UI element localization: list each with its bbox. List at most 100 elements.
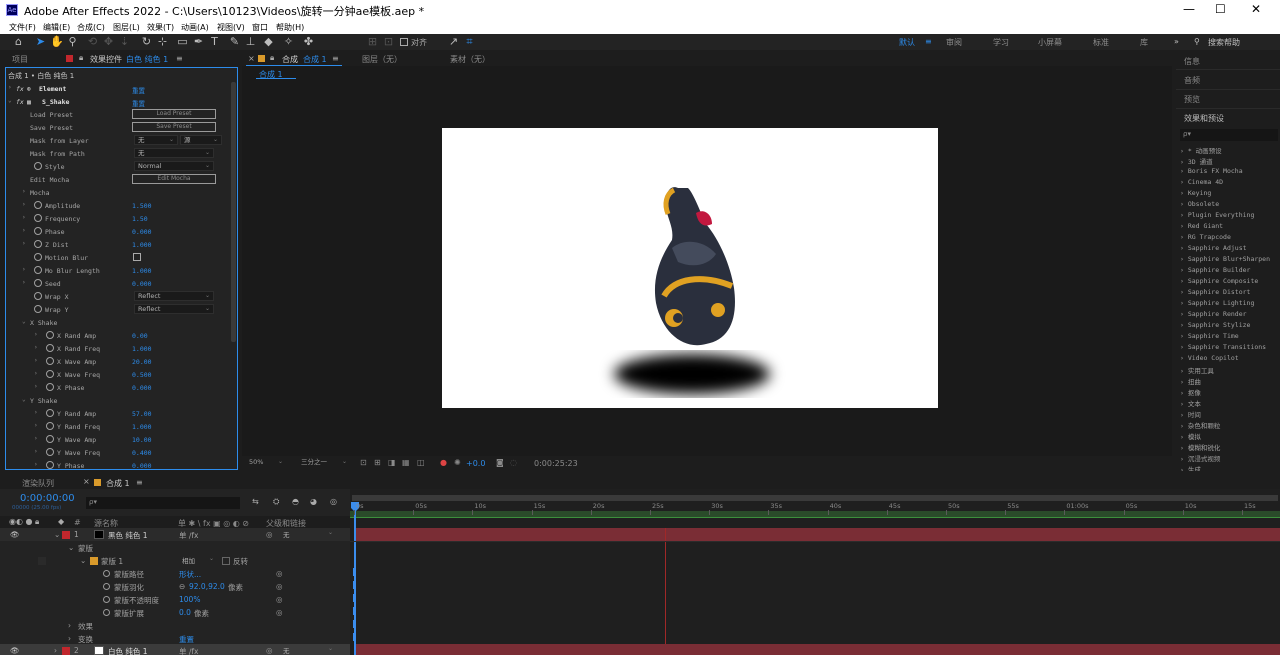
mask-from-layer-dropdown[interactable]: 无 ⌄ bbox=[134, 135, 178, 145]
stopwatch-icon[interactable] bbox=[34, 162, 42, 170]
phase-value[interactable]: 0.000 bbox=[132, 228, 152, 236]
mask-path-value[interactable]: 形状... bbox=[179, 569, 201, 580]
frame-blending-icon[interactable]: ◕ bbox=[310, 497, 317, 506]
motion-blur-switch-icon[interactable]: ◎ bbox=[330, 497, 337, 506]
visibility-eye-icon[interactable]: 👁︎ bbox=[10, 530, 20, 539]
expand-icon[interactable]: › bbox=[1180, 400, 1188, 408]
stopwatch-icon[interactable] bbox=[46, 370, 54, 378]
minimize-button[interactable]: — bbox=[1183, 2, 1195, 16]
tab-timeline-comp[interactable]: 合成 1 bbox=[106, 478, 130, 489]
mask-expansion-value[interactable]: 0.0 bbox=[179, 608, 191, 617]
mask-visibility-icon[interactable]: ◨ bbox=[388, 458, 396, 467]
zoom-dropdown[interactable]: 50% ⌄ bbox=[246, 458, 286, 469]
brush-tool-icon[interactable]: ✎ bbox=[228, 35, 241, 48]
close-button[interactable]: ✕ bbox=[1251, 2, 1261, 16]
stopwatch-icon[interactable] bbox=[46, 331, 54, 339]
mo-blur-length-value[interactable]: 1.000 bbox=[132, 267, 152, 275]
expand-icon[interactable]: › bbox=[1180, 411, 1188, 419]
expand-icon[interactable]: › bbox=[68, 621, 71, 630]
tab-effect-controls-target[interactable]: 白色 纯色 1 bbox=[126, 54, 168, 65]
effects-category-item[interactable]: › Sapphire Lighting bbox=[1180, 299, 1254, 307]
timeline-menu-icon[interactable]: ≡ bbox=[136, 478, 143, 487]
link-icon[interactable]: ◎ bbox=[276, 595, 283, 604]
sshake-reset-link[interactable]: 重置 bbox=[132, 98, 145, 108]
expand-icon[interactable]: › bbox=[1180, 378, 1188, 386]
eraser-tool-icon[interactable]: ◆ bbox=[262, 35, 275, 48]
exposure-value[interactable]: +0.0 bbox=[466, 459, 485, 468]
effects-category-item[interactable]: › Keying bbox=[1180, 189, 1211, 197]
expand-icon[interactable]: › bbox=[1180, 321, 1188, 329]
effects-category-item[interactable]: › Obsolete bbox=[1180, 200, 1219, 208]
element-reset-link[interactable]: 重置 bbox=[132, 85, 145, 95]
fx-badge[interactable]: fx bbox=[16, 98, 24, 106]
parent-dropdown[interactable]: 无 ⌄ bbox=[280, 529, 336, 539]
stopwatch-icon[interactable] bbox=[103, 583, 110, 590]
draft-3d-icon[interactable]: ⛭ bbox=[273, 497, 279, 507]
current-time-display[interactable]: 0:00:00:00 bbox=[20, 493, 75, 504]
expand-icon[interactable]: › bbox=[1180, 299, 1188, 307]
label-color-swatch[interactable] bbox=[62, 531, 70, 539]
stopwatch-icon[interactable] bbox=[46, 344, 54, 352]
layer-name[interactable]: 黑色 纯色 1 bbox=[108, 530, 148, 541]
timeline-search-input[interactable]: ρ▾ bbox=[86, 497, 240, 509]
stopwatch-icon[interactable] bbox=[46, 448, 54, 456]
expand-icon[interactable]: › bbox=[1180, 189, 1188, 197]
stopwatch-icon[interactable] bbox=[34, 266, 42, 274]
stopwatch-icon[interactable] bbox=[46, 422, 54, 430]
expand-icon[interactable]: › bbox=[1180, 211, 1188, 219]
motion-blur-checkbox[interactable] bbox=[133, 253, 141, 261]
shy-layers-icon[interactable]: ◓ bbox=[292, 497, 299, 506]
y-phase-value[interactable]: 0.000 bbox=[132, 462, 152, 469]
effects-category-item[interactable]: › Sapphire Adjust bbox=[1180, 244, 1247, 252]
wrap-y-dropdown[interactable]: Reflect ⌄ bbox=[134, 304, 214, 314]
wrap-x-dropdown[interactable]: Reflect ⌄ bbox=[134, 291, 214, 301]
pen-tool-icon[interactable]: ✒ bbox=[192, 35, 205, 48]
expand-icon[interactable]: › bbox=[1180, 200, 1188, 208]
stopwatch-icon[interactable] bbox=[46, 461, 54, 469]
effects-group-row[interactable]: › 效果 bbox=[0, 619, 350, 632]
effects-category-item[interactable]: › 时间 bbox=[1180, 409, 1201, 419]
dolly-tool-icon[interactable]: ⇣ bbox=[118, 35, 131, 48]
mask-mode-dropdown[interactable]: 相加 ⌄ bbox=[179, 555, 217, 565]
effects-category-item[interactable]: › 杂色和颗粒 bbox=[1180, 420, 1220, 430]
rotate-tool-icon[interactable]: ↻ bbox=[140, 35, 153, 48]
style-dropdown[interactable]: Normal ⌄ bbox=[134, 161, 214, 171]
keyframe-indicator[interactable] bbox=[353, 620, 355, 628]
expand-icon[interactable]: › bbox=[1180, 167, 1188, 175]
text-tool-icon[interactable]: T bbox=[208, 35, 221, 48]
mask-opacity-value[interactable]: 100% bbox=[179, 595, 200, 604]
effects-category-item[interactable]: › Sapphire Blur+Sharpen bbox=[1180, 255, 1270, 263]
effects-category-item[interactable]: › * 动画预设 bbox=[1180, 145, 1222, 155]
hand-tool-icon[interactable]: ✋ bbox=[50, 35, 64, 48]
composition-viewer[interactable]: 合成 1 bbox=[242, 66, 1172, 470]
expand-icon[interactable]: › bbox=[1180, 444, 1188, 452]
expand-icon[interactable]: › bbox=[1180, 389, 1188, 397]
keyframe-indicator[interactable] bbox=[353, 633, 355, 641]
axis-mode-icon[interactable]: ⊞ bbox=[366, 35, 379, 48]
y-wave-freq-value[interactable]: 0.400 bbox=[132, 449, 152, 457]
menu-window[interactable]: 窗口 bbox=[252, 22, 268, 33]
transparency-grid-icon[interactable]: ▦ bbox=[402, 458, 410, 467]
expand-icon[interactable]: › bbox=[1180, 288, 1188, 296]
parent-pickwhip-icon[interactable]: ◎ bbox=[266, 530, 273, 539]
keyframe-indicator[interactable] bbox=[353, 607, 355, 615]
menu-file[interactable]: 文件(F) bbox=[9, 22, 36, 33]
effects-category-item[interactable]: › 模拟 bbox=[1180, 431, 1201, 441]
stopwatch-icon[interactable] bbox=[34, 279, 42, 287]
stopwatch-icon[interactable] bbox=[34, 227, 42, 235]
pan-tool-icon[interactable]: ✥ bbox=[102, 35, 115, 48]
x-rand-freq-value[interactable]: 1.000 bbox=[132, 345, 152, 353]
expand-icon[interactable]: › bbox=[1180, 343, 1188, 351]
stopwatch-icon[interactable] bbox=[46, 383, 54, 391]
group-x-shake[interactable]: ⌄ X Shake bbox=[6, 316, 237, 329]
effects-presets-panel-tab[interactable]: 效果和预设 bbox=[1184, 113, 1224, 124]
effects-category-item[interactable]: › 生成 bbox=[1180, 464, 1201, 471]
link-icon[interactable]: ◎ bbox=[276, 582, 283, 591]
audio-panel-tab[interactable]: 音频 bbox=[1184, 75, 1200, 86]
expand-layer-icon[interactable]: › bbox=[54, 646, 57, 655]
effect-controls-scrollbar[interactable] bbox=[231, 82, 236, 342]
expand-icon[interactable]: › bbox=[1180, 422, 1188, 430]
layer-switch-icons[interactable]: 单 ∕fx bbox=[179, 530, 199, 541]
expand-icon[interactable]: › bbox=[1180, 466, 1188, 471]
menu-effect[interactable]: 效果(T) bbox=[147, 22, 174, 33]
